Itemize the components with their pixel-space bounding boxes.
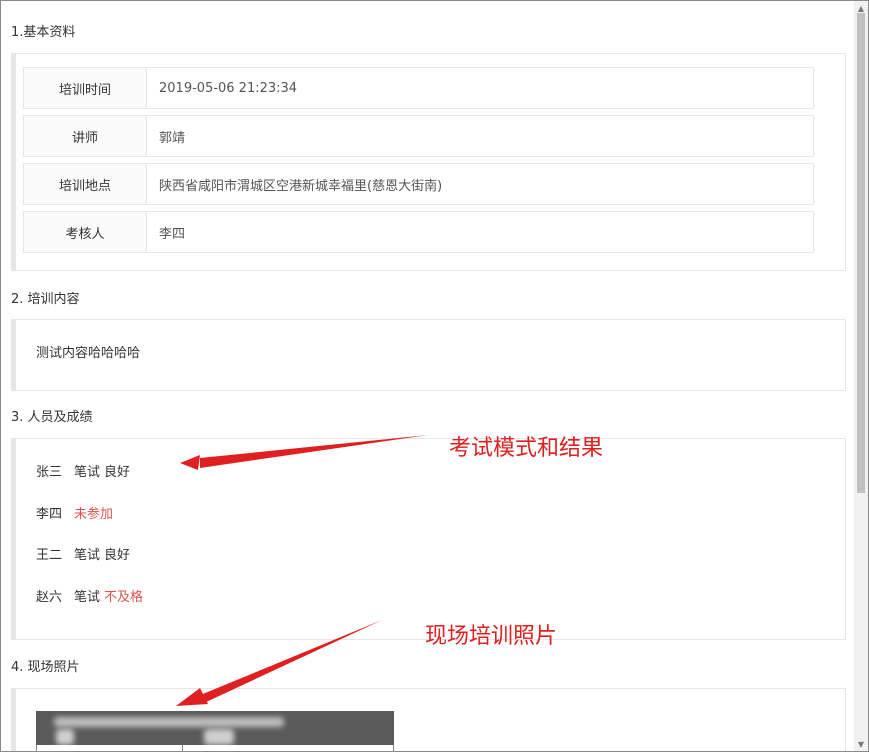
person-row: 李四 未参加 [36, 503, 113, 522]
photo-cell-line [393, 745, 394, 751]
training-content-text: 测试内容哈哈哈哈 [36, 346, 141, 361]
photo-table-strip [36, 745, 394, 751]
info-value: 郭靖 [159, 130, 186, 146]
person-name: 李四 [36, 507, 63, 522]
info-label: 培训地点 [24, 164, 147, 204]
vertical-scrollbar[interactable]: ▲ ▼ [854, 1, 868, 751]
person-row: 张三 笔试 良好 [36, 461, 130, 480]
person-name: 王二 [36, 548, 63, 563]
section-title-basic: 1.基本资料 [11, 25, 76, 40]
info-value: 2019-05-06 21:23:34 [159, 80, 298, 96]
exam-result: 良好 [104, 465, 131, 480]
info-label: 讲师 [24, 116, 147, 156]
photo-blur-region [204, 729, 234, 745]
scroll-thumb[interactable] [857, 13, 865, 493]
info-label: 考核人 [24, 212, 147, 252]
annotation-photo-text: 现场培训照片 [425, 624, 558, 649]
photos-box [11, 688, 846, 751]
exam-mode: 笔试 [74, 465, 101, 480]
training-photo[interactable] [36, 711, 394, 751]
exam-result: 未参加 [74, 507, 114, 522]
annotation-exam-text: 考试模式和结果 [449, 436, 604, 461]
training-content-box: 测试内容哈哈哈哈 [11, 319, 846, 391]
exam-mode: 笔试 [74, 548, 101, 563]
exam-result: 良好 [104, 548, 131, 563]
info-row-location: 培训地点 陕西省咸阳市渭城区空港新城幸福里(慈恩大街南) [23, 163, 814, 205]
photo-cell-line [36, 745, 37, 751]
info-label: 培训时间 [24, 68, 147, 108]
person-name: 张三 [36, 465, 63, 480]
people-scores-box: 张三 笔试 良好 李四 未参加 王二 笔试 良好 赵六 笔试 不及格 [11, 438, 846, 640]
section-title-content: 2. 培训内容 [11, 292, 80, 307]
info-row-assessor: 考核人 李四 [23, 211, 814, 253]
info-value: 李四 [159, 226, 186, 242]
info-value: 陕西省咸阳市渭城区空港新城幸福里(慈恩大街南) [159, 178, 443, 194]
photo-blur-region [56, 729, 74, 745]
photo-cell-line [182, 745, 183, 751]
info-row-lecturer: 讲师 郭靖 [23, 115, 814, 157]
person-row: 王二 笔试 良好 [36, 544, 130, 563]
scroll-down-arrow-icon[interactable]: ▼ [854, 737, 868, 751]
section-title-people: 3. 人员及成绩 [11, 410, 93, 425]
person-name: 赵六 [36, 590, 63, 605]
exam-result: 不及格 [104, 590, 144, 605]
photo-blur-region [54, 717, 284, 727]
section-title-photos: 4. 现场照片 [11, 660, 80, 675]
info-row-training-time: 培训时间 2019-05-06 21:23:34 [23, 67, 814, 109]
exam-mode: 笔试 [74, 590, 101, 605]
person-row: 赵六 笔试 不及格 [36, 586, 143, 605]
